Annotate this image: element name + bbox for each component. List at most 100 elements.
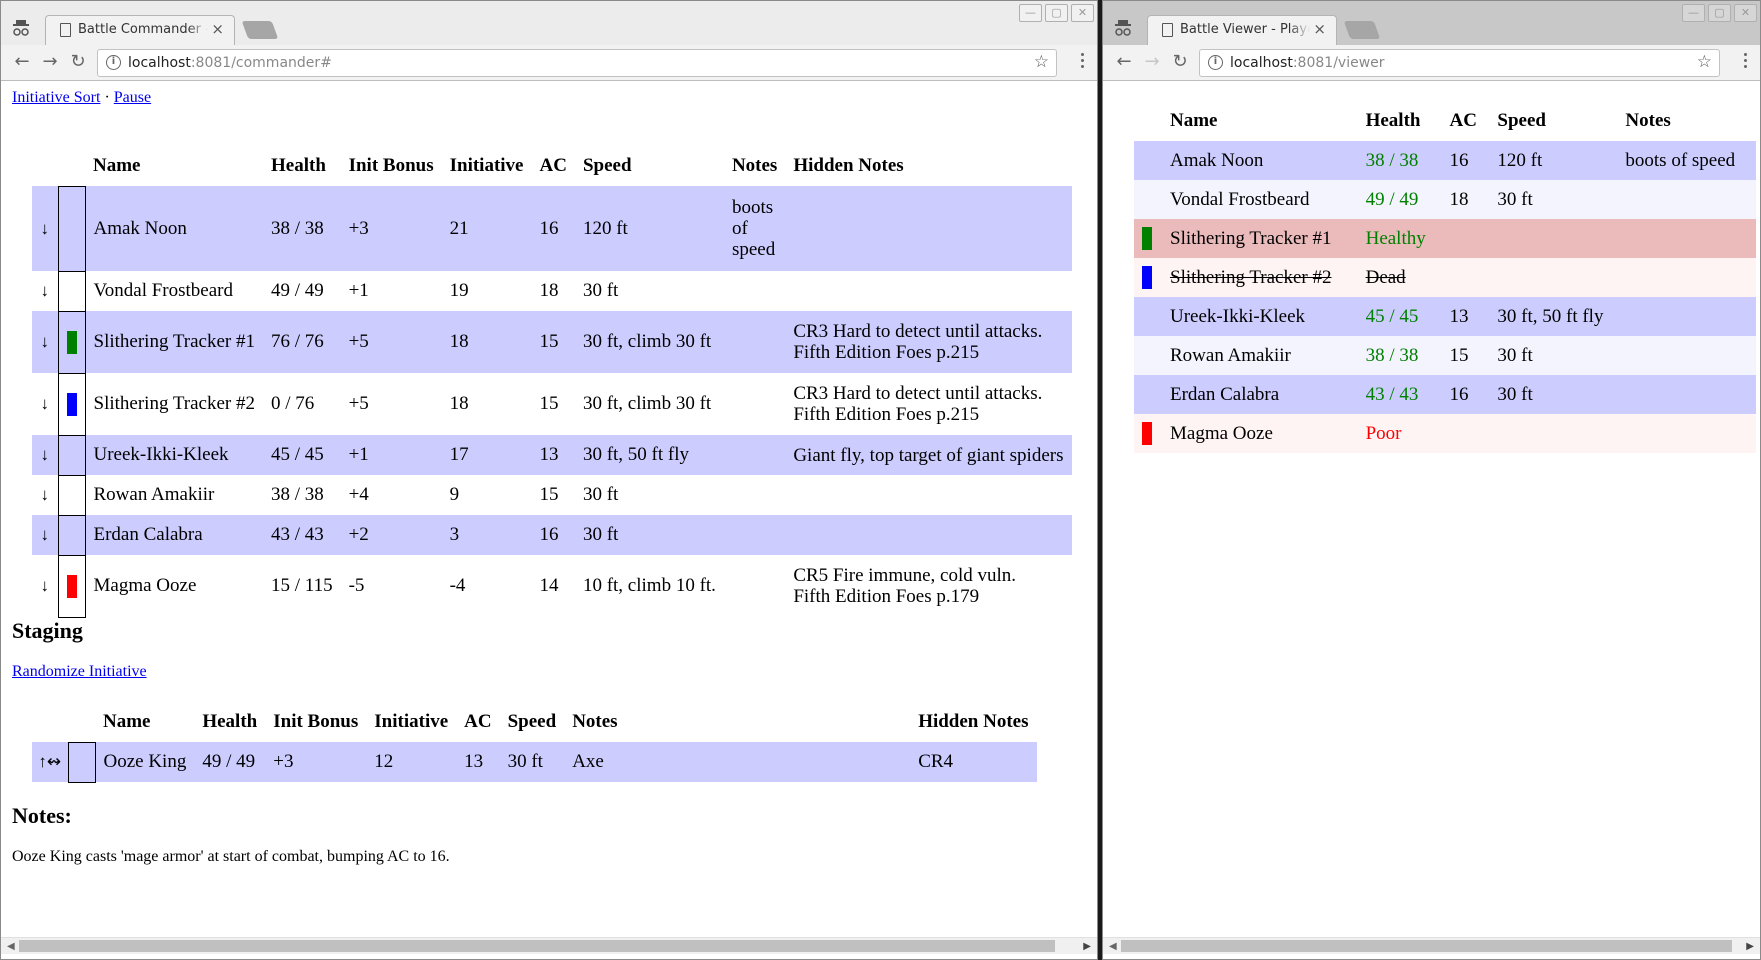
move-down-control[interactable]: ↓ bbox=[32, 555, 58, 617]
combatant-ac[interactable]: 15 bbox=[531, 475, 575, 515]
move-down-control[interactable]: ↓ bbox=[32, 435, 58, 475]
move-down-control[interactable]: ↓ bbox=[32, 271, 58, 311]
combatant-initiative[interactable]: 18 bbox=[441, 373, 532, 435]
bookmark-star-icon[interactable]: ☆ bbox=[1034, 52, 1049, 72]
close-window-button[interactable]: ✕ bbox=[1071, 4, 1094, 22]
combatant-init-bonus[interactable]: +4 bbox=[340, 475, 442, 515]
combatant-init-bonus[interactable]: +5 bbox=[340, 311, 442, 373]
combatant-hidden-notes[interactable]: Giant fly, top target of giant spiders bbox=[785, 435, 1072, 475]
color-marker-cell[interactable] bbox=[67, 741, 96, 783]
scroll-right-icon[interactable]: ▶ bbox=[1083, 941, 1091, 952]
combatant-notes[interactable] bbox=[723, 311, 786, 373]
color-marker-cell[interactable] bbox=[57, 372, 86, 436]
combatant-notes[interactable] bbox=[723, 515, 786, 555]
address-bar[interactable]: i localhost:8081/viewer ☆ bbox=[1199, 49, 1720, 77]
combatant-hidden-notes[interactable] bbox=[785, 515, 1072, 555]
info-icon[interactable]: i bbox=[1208, 55, 1223, 70]
combatant-name[interactable]: Slithering Tracker #2 bbox=[85, 373, 263, 435]
combatant-hidden-notes[interactable]: CR3 Hard to detect until attacks. Fifth E… bbox=[785, 373, 1072, 435]
color-marker-cell[interactable] bbox=[57, 185, 86, 272]
scrollbar-thumb[interactable] bbox=[19, 940, 1055, 952]
color-marker-cell[interactable] bbox=[57, 310, 86, 374]
close-window-button[interactable]: ✕ bbox=[1734, 4, 1757, 22]
initiative-sort-link[interactable]: Initiative Sort bbox=[12, 89, 100, 106]
combatant-health[interactable]: 49 / 49 bbox=[263, 271, 341, 311]
tab-close-icon[interactable]: × bbox=[1313, 20, 1326, 38]
combatant-health[interactable]: 49 / 49 bbox=[194, 742, 266, 782]
browser-menu-icon[interactable] bbox=[1081, 53, 1085, 71]
combatant-speed[interactable]: 30 ft bbox=[499, 742, 565, 782]
color-marker-cell[interactable] bbox=[57, 514, 86, 556]
combatant-ac[interactable]: 16 bbox=[531, 515, 575, 555]
combatant-initiative[interactable]: 9 bbox=[441, 475, 532, 515]
combatant-name[interactable]: Slithering Tracker #1 bbox=[85, 311, 263, 373]
move-down-control[interactable]: ↓ bbox=[32, 373, 58, 435]
combatant-initiative[interactable]: 12 bbox=[366, 742, 457, 782]
combatant-health[interactable]: 43 / 43 bbox=[263, 515, 341, 555]
combatant-speed[interactable]: 30 ft, climb 30 ft bbox=[574, 311, 724, 373]
combatant-health[interactable]: 45 / 45 bbox=[263, 435, 341, 475]
combatant-speed[interactable]: 120 ft bbox=[574, 186, 724, 271]
tab-battle-commander[interactable]: Battle Commander - C × bbox=[45, 15, 235, 45]
pause-link[interactable]: Pause bbox=[114, 89, 151, 106]
combatant-init-bonus[interactable]: -5 bbox=[340, 555, 442, 617]
color-marker-cell[interactable] bbox=[57, 434, 86, 476]
combatant-name[interactable]: Magma Ooze bbox=[85, 555, 263, 617]
color-marker-cell[interactable] bbox=[57, 474, 86, 516]
combatant-ac[interactable]: 18 bbox=[531, 271, 575, 311]
combatant-speed[interactable]: 30 ft bbox=[574, 271, 724, 311]
combatant-initiative[interactable]: 21 bbox=[441, 186, 532, 271]
minimize-button[interactable]: — bbox=[1019, 4, 1042, 22]
combatant-init-bonus[interactable]: +5 bbox=[340, 373, 442, 435]
combatant-health[interactable]: 15 / 115 bbox=[263, 555, 341, 617]
move-to-combat-control[interactable]: ↑↭ bbox=[32, 742, 68, 782]
scroll-left-icon[interactable]: ◀ bbox=[7, 941, 15, 952]
color-marker-cell[interactable] bbox=[57, 554, 86, 618]
combatant-notes[interactable] bbox=[723, 555, 786, 617]
combatant-ac[interactable]: 16 bbox=[531, 186, 575, 271]
combatant-initiative[interactable]: 18 bbox=[441, 311, 532, 373]
maximize-button[interactable]: ▢ bbox=[1708, 4, 1731, 22]
move-down-control[interactable]: ↓ bbox=[32, 311, 58, 373]
url-text[interactable]: localhost:8081/viewer bbox=[1230, 55, 1385, 71]
combatant-hidden-notes[interactable] bbox=[785, 475, 1072, 515]
combatant-init-bonus[interactable]: +3 bbox=[340, 186, 442, 271]
combatant-notes[interactable]: Axe bbox=[564, 742, 911, 782]
address-bar[interactable]: i localhost:8081/commander# ☆ bbox=[97, 49, 1057, 77]
minimize-button[interactable]: — bbox=[1682, 4, 1705, 22]
combatant-init-bonus[interactable]: +2 bbox=[340, 515, 442, 555]
combatant-ac[interactable]: 15 bbox=[531, 373, 575, 435]
combatant-name[interactable]: Ureek-Ikki-Kleek bbox=[85, 435, 263, 475]
combatant-notes[interactable]: boots of speed bbox=[723, 186, 786, 271]
combatant-init-bonus[interactable]: +3 bbox=[265, 742, 367, 782]
new-tab-button[interactable] bbox=[241, 21, 279, 39]
combatant-initiative[interactable]: -4 bbox=[441, 555, 532, 617]
reload-icon[interactable]: ↻ bbox=[1169, 51, 1191, 73]
combatant-notes[interactable] bbox=[723, 271, 786, 311]
move-down-control[interactable]: ↓ bbox=[32, 515, 58, 555]
color-marker-cell[interactable] bbox=[57, 270, 86, 312]
combatant-name[interactable]: Vondal Frostbeard bbox=[85, 271, 263, 311]
combatant-init-bonus[interactable]: +1 bbox=[340, 435, 442, 475]
randomize-initiative-link[interactable]: Randomize Initiative bbox=[12, 663, 147, 681]
combatant-hidden-notes[interactable]: CR3 Hard to detect until attacks. Fifth E… bbox=[785, 311, 1072, 373]
browser-menu-icon[interactable] bbox=[1744, 53, 1748, 71]
tab-battle-viewer[interactable]: Battle Viewer - Player × bbox=[1147, 15, 1337, 45]
notes-text[interactable]: Ooze King casts 'mage armor' at start of… bbox=[12, 848, 450, 866]
combatant-name[interactable]: Erdan Calabra bbox=[85, 515, 263, 555]
combatant-health[interactable]: 0 / 76 bbox=[263, 373, 341, 435]
scrollbar-thumb[interactable] bbox=[1121, 940, 1732, 952]
combatant-initiative[interactable]: 3 bbox=[441, 515, 532, 555]
combatant-name[interactable]: Ooze King bbox=[95, 742, 195, 782]
combatant-speed[interactable]: 30 ft, climb 30 ft bbox=[574, 373, 724, 435]
combatant-notes[interactable] bbox=[723, 435, 786, 475]
combatant-notes[interactable] bbox=[723, 373, 786, 435]
scroll-left-icon[interactable]: ◀ bbox=[1109, 941, 1117, 952]
combatant-ac[interactable]: 13 bbox=[531, 435, 575, 475]
move-down-control[interactable]: ↓ bbox=[32, 475, 58, 515]
bookmark-star-icon[interactable]: ☆ bbox=[1697, 52, 1712, 72]
combatant-init-bonus[interactable]: +1 bbox=[340, 271, 442, 311]
combatant-speed[interactable]: 30 ft, 50 ft fly bbox=[574, 435, 724, 475]
url-text[interactable]: localhost:8081/commander# bbox=[128, 55, 332, 71]
new-tab-button[interactable] bbox=[1343, 21, 1381, 39]
